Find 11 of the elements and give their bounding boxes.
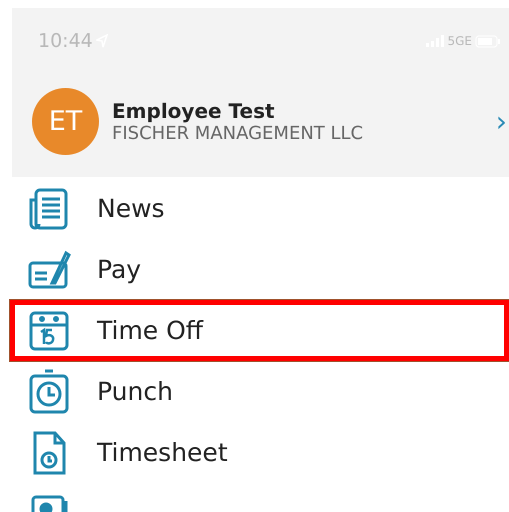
chevron-icon[interactable]: › — [496, 105, 507, 138]
menu-item[interactable]: Time Off — [10, 300, 509, 361]
employee-name: Employee Test — [112, 99, 276, 123]
clock-time: 10:44 — [38, 30, 93, 52]
network-type: 5GE — [447, 34, 472, 48]
avatar-initials: ET — [32, 88, 99, 155]
menu-item[interactable]: Timesheet — [10, 422, 509, 483]
menu-item[interactable]: Pay — [10, 239, 509, 300]
menu-item[interactable]: News — [10, 178, 509, 239]
menu-item[interactable]: Punch — [10, 361, 509, 422]
company-name: FISCHER MANAGEMENT LLC — [112, 123, 364, 144]
